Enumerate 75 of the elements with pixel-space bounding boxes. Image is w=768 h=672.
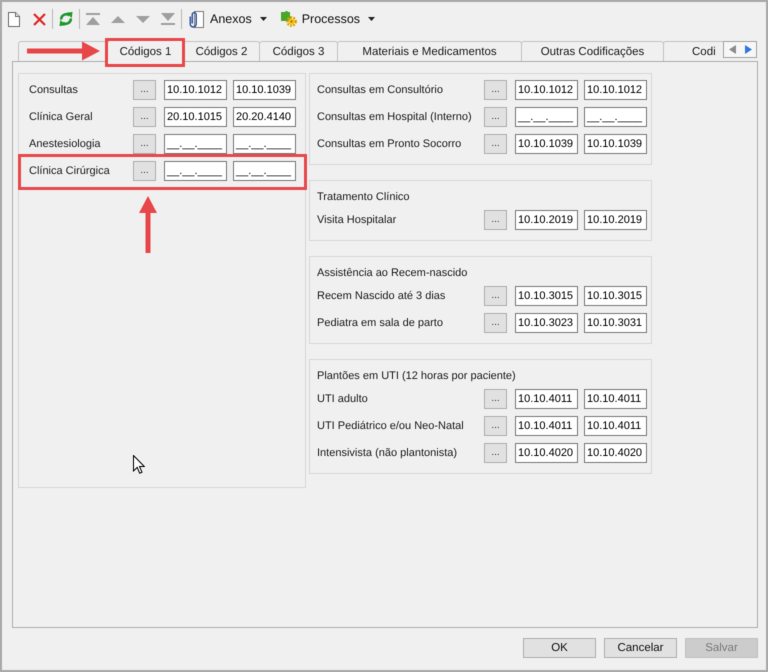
ellipsis-button[interactable]: ... (484, 286, 507, 306)
code-field[interactable]: 20.10.1015 (164, 107, 227, 127)
code-field[interactable]: 10.10.4011 (584, 416, 647, 436)
ellipsis-button[interactable]: ... (484, 416, 507, 436)
field-label: Clínica Cirúrgica (29, 165, 110, 177)
field-label: Intensivista (não plantonista) (317, 447, 458, 459)
ellipsis-button[interactable]: ... (484, 313, 507, 333)
code-field[interactable]: 20.20.4140 (233, 107, 296, 127)
code-field[interactable]: 10.10.4020 (584, 443, 647, 463)
field-label: UTI Pediátrico e/ou Neo-Natal (317, 420, 464, 432)
document-icon (8, 12, 20, 26)
code-field[interactable]: 10.10.1012 (164, 80, 227, 100)
field-label: UTI adulto (317, 393, 368, 405)
code-field[interactable]: 10.10.1039 (233, 80, 296, 100)
mouse-pointer-icon (133, 455, 145, 474)
up-triangle-icon (111, 16, 125, 22)
code-field[interactable]: 10.10.4011 (515, 389, 578, 409)
field-label: Pediatra em sala de parto (317, 317, 443, 329)
cancel-button[interactable]: Cancelar (604, 638, 677, 658)
field-label: Consultas em Hospital (Interno) (317, 111, 472, 123)
code-field[interactable]: __.__.____ (233, 134, 296, 154)
code-field[interactable]: 10.10.4020 (515, 443, 578, 463)
ellipsis-button[interactable]: ... (133, 134, 156, 154)
down-triangle-icon (136, 16, 150, 22)
group-title: Assistência ao Recem-nascido (317, 266, 468, 280)
code-field[interactable]: __.__.____ (233, 161, 296, 181)
code-field[interactable]: __.__.____ (164, 161, 227, 181)
ellipsis-button[interactable]: ... (484, 443, 507, 463)
move-to-bottom-icon (161, 13, 175, 25)
ellipsis-button[interactable]: ... (133, 80, 156, 100)
field-label: Recem Nascido até 3 dias (317, 290, 446, 302)
ellipsis-button[interactable]: ... (133, 161, 156, 181)
code-field[interactable]: 10.10.2019 (515, 210, 578, 230)
ellipsis-button[interactable]: ... (484, 107, 507, 127)
ok-button[interactable]: OK (523, 638, 596, 658)
code-field[interactable]: 10.10.2019 (584, 210, 647, 230)
ellipsis-button[interactable]: ... (484, 134, 507, 154)
code-field[interactable]: 10.10.3015 (584, 286, 647, 306)
field-label: Consultas em Consultório (317, 84, 443, 96)
code-field[interactable]: 10.10.3015 (515, 286, 578, 306)
caret-icon (260, 17, 267, 21)
gear-icon (280, 11, 297, 27)
code-field[interactable]: 10.10.3023 (515, 313, 578, 333)
code-field[interactable]: 10.10.1039 (515, 134, 578, 154)
paperclip-icon (189, 10, 205, 28)
left-triangle-icon (728, 45, 736, 54)
code-field[interactable]: __.__.____ (164, 134, 227, 154)
ellipsis-button[interactable]: ... (484, 80, 507, 100)
tab[interactable]: Códigos 1 (107, 40, 184, 62)
cross-icon (32, 12, 46, 26)
move-to-top-icon (86, 13, 100, 25)
group-title: Tratamento Clínico (317, 190, 410, 204)
right-triangle-icon (744, 45, 752, 54)
ellipsis-button[interactable]: ... (484, 389, 507, 409)
code-field[interactable]: 10.10.4011 (584, 389, 647, 409)
ellipsis-button[interactable]: ... (133, 107, 156, 127)
field-label: Clínica Geral (29, 111, 93, 123)
code-field[interactable]: __.__.____ (515, 107, 578, 127)
caret-icon (368, 17, 376, 21)
code-field[interactable]: 10.10.3031 (584, 313, 647, 333)
field-label: Consultas (29, 84, 78, 96)
annotation-arrow (139, 196, 157, 253)
code-field[interactable]: 10.10.1039 (584, 134, 647, 154)
code-field[interactable]: 10.10.4011 (515, 416, 578, 436)
ellipsis-button[interactable]: ... (484, 210, 507, 230)
toolbar-menu-button[interactable]: Anexos (185, 8, 271, 30)
refresh-icon (59, 11, 73, 27)
field-label: Anestesiologia (29, 138, 101, 150)
toolbar-menu-button[interactable]: Processos (276, 8, 380, 30)
group-title: Plantões em UTI (12 horas por paciente) (317, 369, 516, 383)
code-field[interactable]: __.__.____ (584, 107, 647, 127)
field-label: Visita Hospitalar (317, 214, 396, 226)
code-field[interactable]: 10.10.1012 (515, 80, 578, 100)
field-label: Consultas em Pronto Socorro (317, 138, 462, 150)
code-field[interactable]: 10.10.1012 (584, 80, 647, 100)
